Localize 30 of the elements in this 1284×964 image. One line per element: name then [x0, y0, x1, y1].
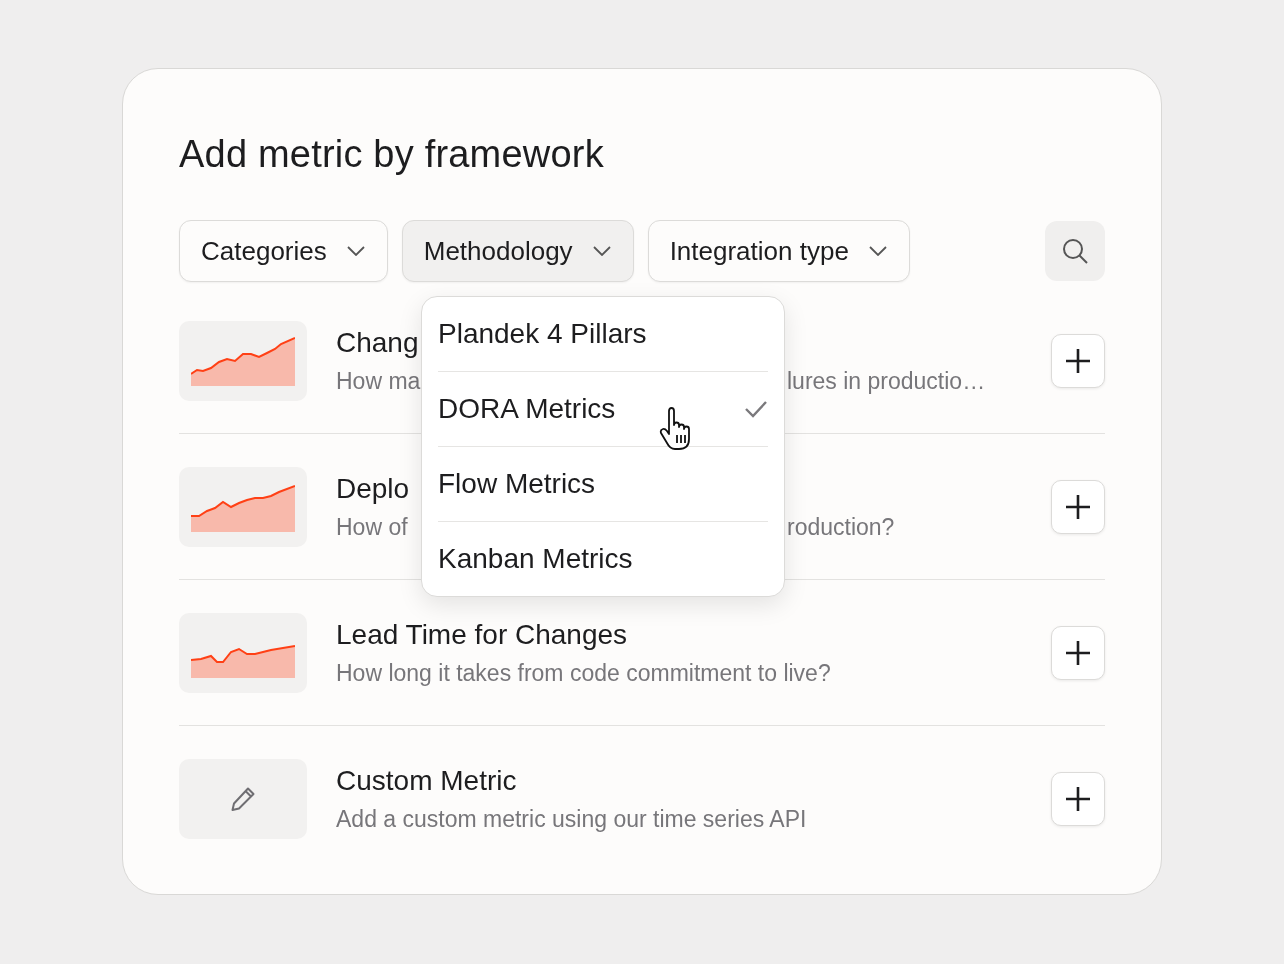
filter-dropdown[interactable]: Integration type [647, 220, 910, 282]
metric-title: Lead Time for Changes [336, 617, 628, 652]
chevron-down-icon [868, 246, 887, 256]
filter-dropdown[interactable]: Methodology [401, 220, 634, 282]
chevron-down-icon [592, 246, 611, 256]
add-button[interactable] [1051, 625, 1105, 680]
menu-item[interactable]: Plandek 4 Pillars [438, 297, 768, 372]
filter-dropdown[interactable]: Categories [179, 220, 388, 282]
plus-icon [1065, 347, 1091, 374]
metric-title: Deplo [336, 471, 410, 506]
plus-icon [1065, 785, 1091, 812]
search-button[interactable] [1045, 221, 1105, 281]
add-button[interactable] [1051, 771, 1105, 826]
menu-item[interactable]: Kanban Metrics [438, 522, 768, 596]
add-button[interactable] [1051, 479, 1105, 534]
metric-description: Add a custom metric using our time series API [336, 804, 807, 834]
chevron-down-icon [346, 246, 365, 256]
plus-icon [1065, 493, 1091, 520]
metric-description: How ma [336, 366, 422, 396]
search-icon [1061, 237, 1089, 265]
metric-description: roduction? [787, 512, 895, 542]
metric-title: Custom Metric [336, 763, 517, 798]
metric-title: Chang [336, 325, 419, 360]
plus-icon [1065, 639, 1091, 666]
add-button[interactable] [1051, 333, 1105, 388]
metric-description: lures in productio… [787, 366, 986, 396]
metric-description: How long it takes from code commitment to live? [336, 658, 831, 688]
metric-description: How of [336, 512, 409, 542]
hand-cursor-icon [659, 407, 693, 451]
dialog-title: Add metric by framework [179, 132, 605, 176]
